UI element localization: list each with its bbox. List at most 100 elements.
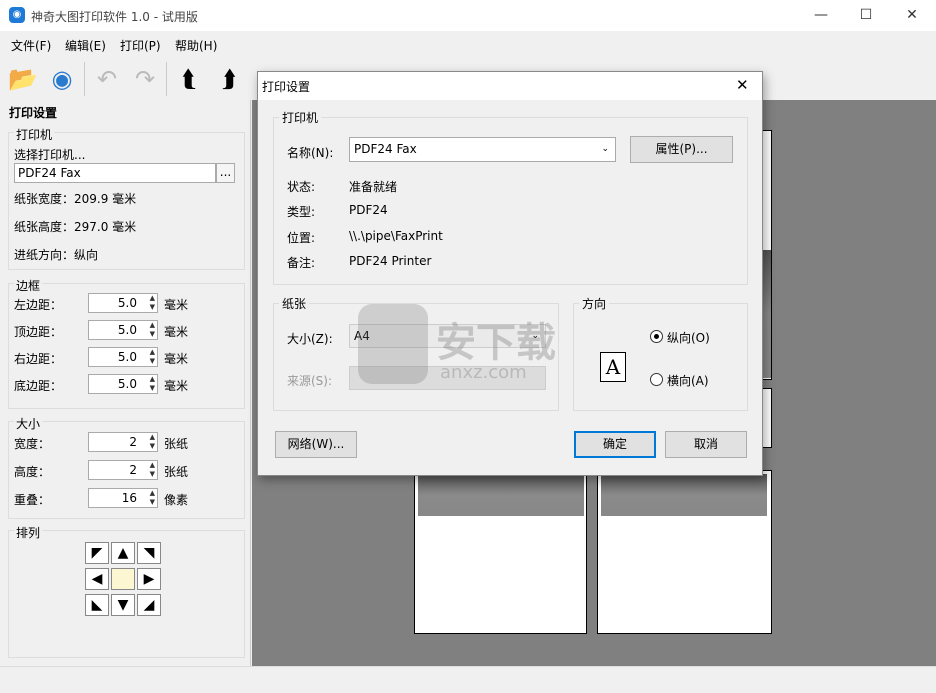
size-unit: 张纸 [164,437,189,451]
spinner-arrows-icon[interactable]: ▲ ▼ [150,489,155,507]
minimize-button[interactable]: — [798,0,844,31]
margin-spinner[interactable]: 5.0 ▲ ▼ [88,293,158,313]
landscape-radio[interactable] [650,373,663,386]
source-label: 来源(S): [287,374,333,388]
feed-direction-label: 进纸方向：纵向 [14,248,99,262]
type-label: 类型: [287,205,316,219]
toolbar-separator [166,62,167,96]
size-legend: 大小 [14,415,43,432]
watermark-shield-icon [358,304,428,384]
window-title: 神奇大图打印软件 1.0 - 试用版 [31,10,198,24]
where-label: 位置: [287,231,316,245]
preview-image-part [763,250,771,378]
status-label: 状态: [287,180,316,194]
margin-spinner[interactable]: 5.0 ▲ ▼ [88,320,158,340]
preview-image-part [601,474,767,516]
status-bar [0,666,936,693]
arrange-arrow-button[interactable]: ▼ [111,594,135,616]
spinner-arrows-icon[interactable]: ▲ ▼ [150,375,155,393]
spinner-arrows-icon[interactable]: ▲ ▼ [150,321,155,339]
menu-edit[interactable]: 编辑(E) [65,37,106,54]
printer-legend: 打印机 [14,126,55,143]
name-label: 名称(N): [287,146,334,160]
spinner-arrows-icon[interactable]: ▲ ▼ [150,294,155,312]
menu-help[interactable]: 帮助(H) [175,37,217,54]
undo-icon[interactable]: ↶ [90,62,124,96]
preview-page [762,388,772,448]
portrait-radio[interactable] [650,330,663,343]
printer-name-select[interactable]: PDF24 Fax ⌄ [349,137,616,162]
margin-spinner[interactable]: 5.0 ▲ ▼ [88,347,158,367]
arrange-legend: 排列 [14,524,43,541]
app-icon: ◉ [9,7,25,23]
dialog-title-bar [258,72,762,100]
arrange-center-button[interactable] [111,568,135,590]
margin-unit: 毫米 [164,325,189,339]
size-spinner[interactable]: 2 ▲ ▼ [88,460,158,480]
printer-field[interactable]: PDF24 Fax [14,163,216,183]
comment-label: 备注: [287,256,316,270]
redo-icon[interactable]: ↷ [128,62,162,96]
webcam-icon[interactable]: ◉ [45,62,79,96]
margin-spinner[interactable]: 5.0 ▲ ▼ [88,374,158,394]
margin-label: 左边距： [14,298,63,312]
size-label: 重叠： [14,493,51,507]
type-value: PDF24 [349,203,388,217]
watermark-subtext: anxz.com [440,362,527,383]
watermark-text: 安下载 [436,320,556,366]
close-button[interactable]: ✕ [889,0,935,31]
size-unit: 张纸 [164,465,189,479]
rotate-left-icon[interactable]: ⮬ [172,62,206,96]
portrait-label: 纵向(O) [667,331,710,345]
margin-label: 顶边距： [14,325,63,339]
properties-button[interactable]: 属性(P)... [630,136,733,163]
printer-fieldset-legend: 打印机 [279,109,322,126]
paper-fieldset-legend: 纸张 [279,295,310,312]
arrange-arrow-button[interactable]: ◤ [85,542,109,564]
margin-label: 底边距： [14,379,63,393]
ok-button[interactable]: 确定 [574,431,656,458]
maximize-button[interactable]: ☐ [843,0,889,31]
dialog-title: 打印设置 [262,80,311,94]
toolbar-separator [84,62,85,96]
network-button[interactable]: 网络(W)... [275,431,357,458]
margin-label: 右边距： [14,352,63,366]
status-value: 准备就绪 [349,180,398,194]
landscape-label: 横向(A) [667,374,709,388]
comment-value: PDF24 Printer [349,254,432,268]
portrait-page-icon: A [600,352,626,382]
rotate-right-icon[interactable]: ⮭ [212,62,246,96]
spinner-arrows-icon[interactable]: ▲ ▼ [150,348,155,366]
size-label: 高度： [14,465,51,479]
menu-print[interactable]: 打印(P) [120,37,161,54]
menu-file[interactable]: 文件(F) [11,37,51,54]
arrange-arrow-button[interactable]: ◥ [137,542,161,564]
margin-unit: 毫米 [164,352,189,366]
preview-image-part [418,474,584,516]
print-setup-dialog: 打印设置 ✕ 打印机 名称(N): PDF24 Fax ⌄ 属性(P)... 状态… [257,71,763,476]
margin-unit: 毫米 [164,379,189,393]
size-label: 大小(Z): [287,332,333,346]
size-label: 宽度： [14,437,51,451]
margin-unit: 毫米 [164,298,189,312]
arrange-arrow-button[interactable]: ◣ [85,594,109,616]
arrange-arrow-button[interactable]: ▲ [111,542,135,564]
spinner-arrows-icon[interactable]: ▲ ▼ [150,461,155,479]
panel-title: 打印设置 [9,106,58,120]
paper-width-label: 纸张宽度：209.9 毫米 [14,192,137,206]
chevron-down-icon: ⌄ [601,144,609,154]
size-spinner[interactable]: 2 ▲ ▼ [88,432,158,452]
arrange-arrow-button[interactable]: ▶ [137,568,161,590]
browse-printer-button[interactable]: ... [216,163,235,183]
border-legend: 边框 [14,277,43,294]
where-value: \\.\pipe\FaxPrint [349,229,443,243]
paper-height-label: 纸张高度：297.0 毫米 [14,220,137,234]
arrange-arrow-button[interactable]: ◢ [137,594,161,616]
select-printer-label: 选择打印机... [14,148,86,162]
cancel-button[interactable]: 取消 [665,431,747,458]
open-folder-icon[interactable]: 📂 [6,62,40,96]
dialog-close-button[interactable]: ✕ [736,76,749,94]
size-spinner[interactable]: 16 ▲ ▼ [88,488,158,508]
arrange-arrow-button[interactable]: ◀ [85,568,109,590]
spinner-arrows-icon[interactable]: ▲ ▼ [150,433,155,451]
